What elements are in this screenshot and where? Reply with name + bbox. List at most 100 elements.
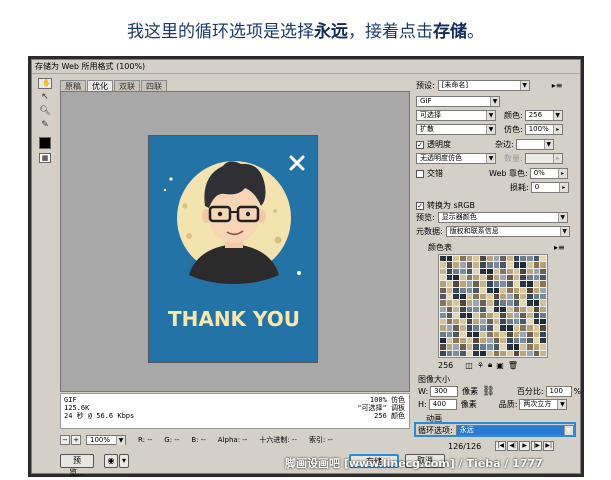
color-swatch[interactable] [513, 287, 520, 293]
color-swatch[interactable] [446, 274, 453, 281]
color-swatch[interactable] [506, 274, 513, 281]
color-swatch[interactable] [520, 287, 526, 293]
color-swatch[interactable] [486, 287, 493, 293]
color-swatch[interactable] [446, 287, 453, 293]
color-swatch[interactable] [440, 306, 446, 312]
color-swatch[interactable] [453, 293, 460, 300]
color-swatch[interactable] [466, 256, 473, 262]
color-swatch[interactable] [446, 338, 453, 344]
color-swatch[interactable] [440, 287, 446, 293]
color-swatch[interactable] [466, 344, 473, 350]
color-swatch[interactable] [453, 312, 460, 319]
color-swatch[interactable] [473, 293, 480, 300]
color-swatch[interactable] [493, 331, 500, 338]
color-swatch[interactable] [500, 306, 506, 312]
color-swatch[interactable] [486, 350, 493, 356]
slice-select-icon[interactable]: ↖ [38, 91, 52, 103]
color-swatch[interactable] [486, 319, 493, 325]
eyedropper-color-swatch[interactable] [39, 137, 51, 149]
dither-amount-select[interactable]: 100% ▸ [524, 124, 563, 135]
hand-icon[interactable]: ✋ [38, 78, 52, 89]
color-swatch[interactable] [480, 331, 486, 338]
color-swatch[interactable] [540, 262, 546, 268]
color-swatch[interactable] [493, 274, 500, 281]
color-swatch[interactable] [453, 306, 460, 312]
color-swatch[interactable] [460, 344, 466, 350]
color-swatch[interactable] [513, 319, 520, 325]
color-swatch[interactable] [540, 319, 546, 325]
color-swatch[interactable] [473, 350, 480, 356]
color-swatch[interactable] [520, 338, 526, 344]
color-swatch[interactable] [533, 256, 540, 262]
color-swatch[interactable] [506, 300, 513, 306]
color-swatch[interactable] [466, 331, 473, 338]
color-swatch[interactable] [533, 262, 540, 268]
color-swatch[interactable] [533, 312, 540, 319]
zoom-select[interactable]: 100% ▼ [86, 435, 126, 445]
format-select[interactable]: GIF ▼ [416, 96, 500, 107]
color-swatch[interactable] [500, 350, 506, 356]
color-swatch[interactable] [520, 325, 526, 331]
matte-select[interactable]: ▼ [515, 139, 554, 150]
color-swatch[interactable] [506, 312, 513, 319]
color-swatch[interactable] [486, 325, 493, 331]
color-swatch[interactable] [446, 300, 453, 306]
lock-color-icon[interactable]: 🔒︎ [488, 360, 492, 370]
color-swatch[interactable] [453, 274, 460, 281]
color-swatch[interactable] [526, 325, 533, 331]
color-swatch[interactable] [533, 331, 540, 338]
color-swatch[interactable] [453, 319, 460, 325]
color-swatch[interactable] [440, 274, 446, 281]
color-swatch[interactable] [506, 306, 513, 312]
optimize-menu-icon[interactable]: ▸≡ [552, 81, 563, 91]
color-table-grid[interactable] [438, 254, 548, 358]
color-swatch[interactable] [513, 338, 520, 344]
color-swatch[interactable] [513, 262, 520, 268]
new-color-icon[interactable]: ▣ [496, 361, 504, 370]
color-swatch[interactable] [493, 312, 500, 319]
color-swatch[interactable] [460, 312, 466, 319]
web-shift-icon[interactable]: ⚘ [477, 361, 484, 370]
color-swatch[interactable] [506, 338, 513, 344]
color-swatch[interactable] [446, 268, 453, 274]
color-swatch[interactable] [540, 281, 546, 287]
color-swatch[interactable] [533, 287, 540, 293]
chain-link-icon[interactable]: ⛓ [482, 386, 495, 397]
color-swatch[interactable] [526, 262, 533, 268]
color-swatch[interactable] [500, 325, 506, 331]
color-swatch[interactable] [466, 325, 473, 331]
color-swatch[interactable] [446, 325, 453, 331]
zoom-in-button[interactable]: + [71, 435, 81, 445]
color-swatch[interactable] [493, 344, 500, 350]
color-swatch[interactable] [540, 338, 546, 344]
color-swatch[interactable] [486, 331, 493, 338]
color-swatch[interactable] [526, 306, 533, 312]
web-snap-select[interactable]: 0% ▸ [529, 168, 568, 179]
color-swatch[interactable] [453, 300, 460, 306]
width-field[interactable]: 300 [430, 386, 459, 397]
color-swatch[interactable] [480, 268, 486, 274]
color-swatch[interactable] [520, 262, 526, 268]
color-swatch[interactable] [460, 274, 466, 281]
color-swatch[interactable] [460, 262, 466, 268]
color-swatch[interactable] [460, 300, 466, 306]
color-swatch[interactable] [460, 325, 466, 331]
color-swatch[interactable] [473, 256, 480, 262]
color-swatch[interactable] [533, 274, 540, 281]
color-swatch[interactable] [446, 312, 453, 319]
color-swatch[interactable] [533, 338, 540, 344]
percent-field[interactable]: 100 [545, 386, 572, 397]
color-swatch[interactable] [500, 312, 506, 319]
color-swatch[interactable] [486, 256, 493, 262]
color-swatch[interactable] [540, 274, 546, 281]
color-swatch[interactable] [480, 256, 486, 262]
color-swatch[interactable] [540, 287, 546, 293]
color-swatch[interactable] [526, 281, 533, 287]
color-swatch[interactable] [473, 312, 480, 319]
color-swatch[interactable] [480, 325, 486, 331]
color-swatch[interactable] [493, 300, 500, 306]
color-swatch[interactable] [466, 300, 473, 306]
color-swatch[interactable] [466, 350, 473, 356]
color-swatch[interactable] [480, 293, 486, 300]
color-swatch[interactable] [480, 312, 486, 319]
